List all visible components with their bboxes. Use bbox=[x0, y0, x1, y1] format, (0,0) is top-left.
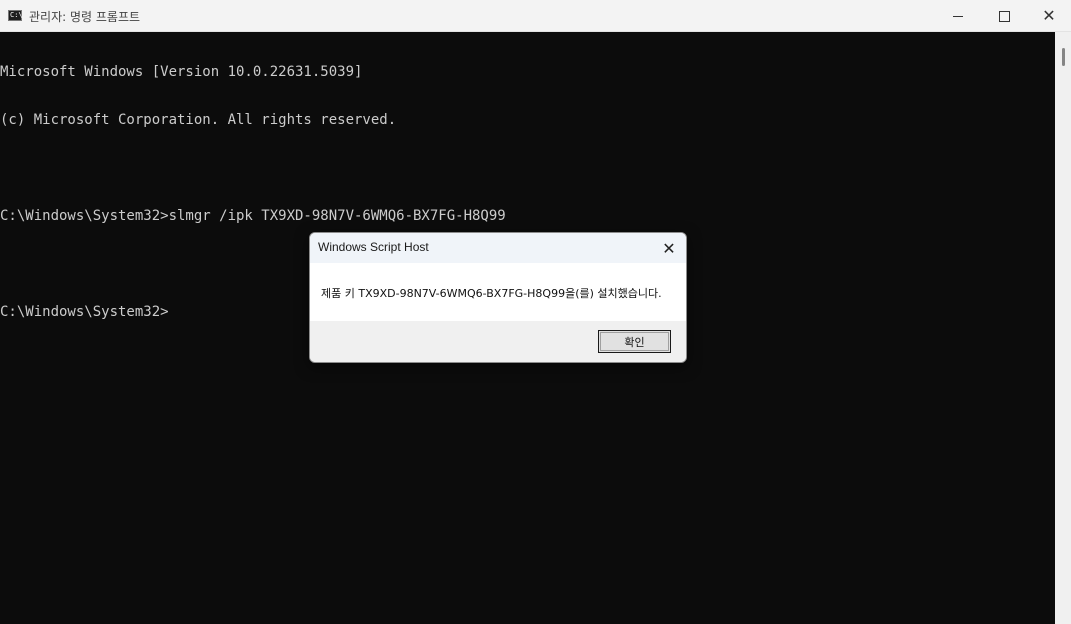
console-line: Microsoft Windows [Version 10.0.22631.50… bbox=[0, 64, 363, 80]
message-dialog: Windows Script Host ✕ 제품 키 TX9XD-98N7V-6… bbox=[309, 232, 687, 363]
close-icon: ✕ bbox=[662, 238, 676, 258]
title-bar: C:\ 관리자: 명령 프롬프트 ✕ bbox=[0, 0, 1071, 32]
console-line: (c) Microsoft Corporation. All rights re… bbox=[0, 112, 397, 128]
dialog-close-button[interactable]: ✕ bbox=[658, 237, 680, 259]
dialog-title-bar[interactable]: Windows Script Host ✕ bbox=[310, 233, 686, 263]
vertical-scrollbar[interactable] bbox=[1055, 32, 1071, 624]
dialog-body: 제품 키 TX9XD-98N7V-6WMQ6-BX7FG-H8Q99을(를) 설… bbox=[310, 263, 686, 321]
minimize-icon bbox=[953, 15, 963, 17]
ok-button-label: 확인 bbox=[600, 332, 669, 351]
scrollbar-thumb[interactable] bbox=[1062, 48, 1065, 66]
cmd-icon: C:\ bbox=[8, 10, 23, 21]
ok-button[interactable]: 확인 bbox=[598, 330, 671, 353]
maximize-icon bbox=[998, 10, 1010, 22]
dialog-message: 제품 키 TX9XD-98N7V-6WMQ6-BX7FG-H8Q99을(를) 설… bbox=[321, 287, 662, 300]
maximize-button[interactable] bbox=[981, 0, 1027, 32]
console-line: C:\Windows\System32>slmgr /ipk TX9XD-98N… bbox=[0, 208, 506, 224]
close-button[interactable]: ✕ bbox=[1026, 0, 1071, 32]
window-title: 관리자: 명령 프롬프트 bbox=[29, 10, 141, 24]
dialog-title: Windows Script Host bbox=[318, 240, 429, 254]
minimize-button[interactable] bbox=[935, 0, 981, 32]
close-icon: ✕ bbox=[1042, 6, 1056, 25]
dialog-footer: 확인 bbox=[310, 321, 686, 362]
